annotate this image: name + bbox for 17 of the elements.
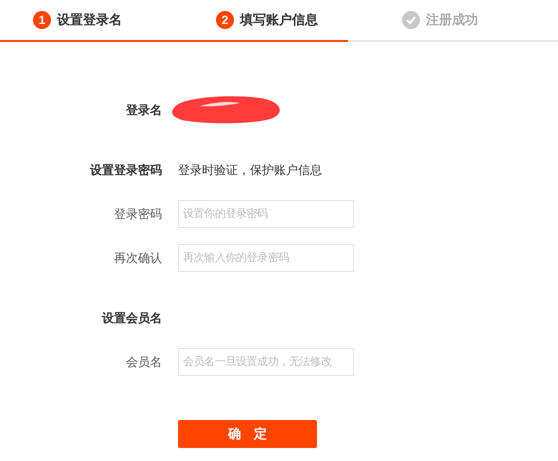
input-field[interactable]: 会员名一旦设置成功，无法修改 xyxy=(178,348,354,376)
field-label: 再次确认 xyxy=(113,250,162,267)
step-number: 1 xyxy=(33,11,51,29)
field-label: 登录密码 xyxy=(113,206,162,223)
confirm-button[interactable]: 确 定 xyxy=(178,420,317,448)
step-label: 填写账户信息 xyxy=(240,11,318,30)
step-label: 注册成功 xyxy=(426,11,478,30)
field-label: 设置登录密码 xyxy=(88,162,162,179)
input-field[interactable]: 设置你的登录密码 xyxy=(178,200,354,228)
step-label: 设置登录名 xyxy=(57,11,122,30)
input-field[interactable]: 再次输入你的登录密码 xyxy=(178,244,354,272)
hint-text: 登录时验证，保护账户信息 xyxy=(178,162,322,179)
field-label: 登录名 xyxy=(124,102,162,119)
check-icon xyxy=(402,11,420,29)
field-label: 会员名 xyxy=(125,354,162,371)
step-number: 2 xyxy=(216,11,234,29)
field-label: 设置会员名 xyxy=(100,310,162,327)
